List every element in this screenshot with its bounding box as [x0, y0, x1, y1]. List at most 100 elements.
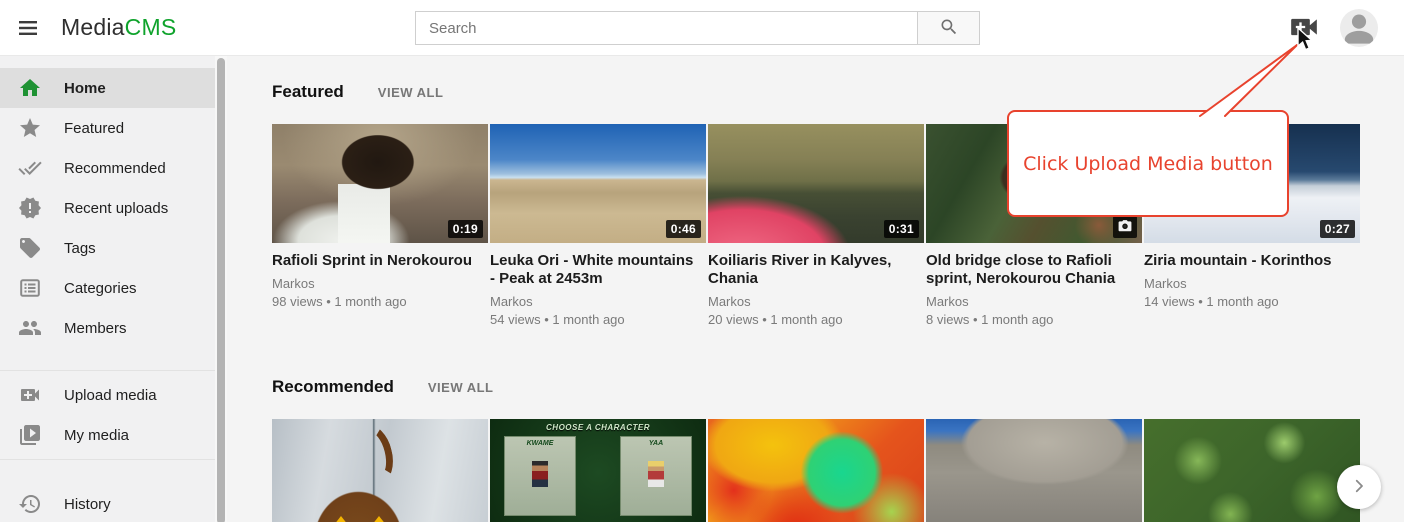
sidebar-item-label: Tags — [64, 240, 96, 257]
app-logo[interactable]: MediaCMS — [61, 14, 176, 41]
categories-icon — [18, 276, 42, 300]
sidebar-item-recent-uploads[interactable]: Recent uploads — [0, 188, 215, 228]
star-icon — [18, 116, 42, 140]
game-title-text: CHOOSE A CHARACTER — [490, 423, 706, 432]
media-author[interactable]: Markos — [926, 294, 1142, 309]
upload-media-icon — [18, 383, 42, 407]
tag-icon — [18, 236, 42, 260]
video-thumbnail[interactable]: 0:19 — [272, 124, 488, 243]
video-thumbnail[interactable]: CHOOSE A CHARACTER KWAME YAA Selected Se… — [490, 419, 706, 522]
sidebar-group-main: Home Featured Recommended Recent uploads… — [0, 56, 227, 370]
search-form — [415, 11, 980, 45]
sidebar-item-history[interactable]: History — [0, 484, 215, 522]
character-panel: KWAME — [504, 436, 576, 516]
media-card[interactable] — [926, 419, 1142, 522]
upload-media-icon — [1290, 26, 1318, 41]
scrollbar-thumb[interactable] — [217, 58, 225, 522]
person-icon — [1342, 12, 1376, 47]
sidebar-group-library: History — [0, 459, 227, 522]
media-author[interactable]: Markos — [1144, 276, 1360, 291]
user-avatar[interactable] — [1340, 9, 1378, 47]
duration-badge: 0:19 — [448, 220, 483, 238]
logo-text-accent: CMS — [125, 14, 177, 40]
media-card[interactable]: 0:19 Rafioli Sprint in Nerokourou Markos… — [272, 124, 488, 327]
sidebar-item-label: History — [64, 496, 111, 513]
media-title[interactable]: Old bridge close to Rafioli sprint, Nero… — [926, 252, 1142, 288]
sidebar-scrollbar[interactable] — [215, 56, 227, 522]
sidebar-item-upload-media[interactable]: Upload media — [0, 375, 215, 415]
carousel-next-button[interactable] — [1337, 465, 1381, 509]
section-recommended: Recommended VIEW ALL CHOOSE A CHARACTER … — [272, 377, 1404, 522]
chevron-right-icon — [1350, 477, 1368, 498]
sidebar-item-label: My media — [64, 427, 129, 444]
search-icon — [939, 17, 959, 40]
search-button[interactable] — [917, 11, 980, 45]
video-thumbnail[interactable]: 0:46 — [490, 124, 706, 243]
character-panel: YAA — [620, 436, 692, 516]
sidebar-item-label: Categories — [64, 280, 137, 297]
video-thumbnail[interactable] — [708, 419, 924, 522]
annotation-tooltip: Click Upload Media button — [1007, 110, 1289, 217]
video-thumbnail[interactable] — [926, 419, 1142, 522]
sidebar-item-members[interactable]: Members — [0, 308, 215, 348]
character-sprite — [648, 461, 664, 487]
hamburger-icon — [16, 28, 40, 43]
sidebar-group-media: Upload media My media — [0, 370, 227, 459]
media-title[interactable]: Koiliaris River in Kalyves, Chania — [708, 252, 924, 288]
character-sprite — [532, 461, 548, 487]
done-all-icon — [18, 156, 42, 180]
media-card[interactable]: 0:31 Koiliaris River in Kalyves, Chania … — [708, 124, 924, 327]
media-card[interactable] — [708, 419, 924, 522]
media-title[interactable]: Leuka Ori - White mountains - Peak at 24… — [490, 252, 706, 288]
upload-media-button[interactable] — [1289, 16, 1319, 40]
home-icon — [18, 76, 42, 100]
media-author[interactable]: Markos — [708, 294, 924, 309]
sidebar-item-label: Recent uploads — [64, 200, 168, 217]
media-author[interactable]: Markos — [272, 276, 488, 291]
media-card[interactable]: 0:46 Leuka Ori - White mountains - Peak … — [490, 124, 706, 327]
logo-text-primary: Media — [61, 14, 125, 40]
video-thumbnail[interactable]: 0:31 — [708, 124, 924, 243]
media-meta: 14 views • 1 month ago — [1144, 294, 1360, 309]
my-media-icon — [18, 423, 42, 447]
annotation-text: Click Upload Media button — [1023, 153, 1273, 175]
media-meta: 8 views • 1 month ago — [926, 312, 1142, 327]
menu-button[interactable] — [16, 16, 40, 40]
pumpkin-eye — [368, 516, 390, 522]
camera-icon — [1113, 216, 1137, 238]
recommended-row: CHOOSE A CHARACTER KWAME YAA Selected Se… — [272, 419, 1404, 522]
pumpkin-stem — [351, 422, 398, 487]
new-releases-icon — [18, 196, 42, 220]
media-title[interactable]: Ziria mountain - Korinthos — [1144, 252, 1360, 270]
view-all-link[interactable]: VIEW ALL — [428, 380, 494, 395]
sidebar-item-tags[interactable]: Tags — [0, 228, 215, 268]
duration-badge: 0:31 — [884, 220, 919, 238]
sidebar-item-home[interactable]: Home — [0, 68, 215, 108]
character-name: KWAME — [505, 440, 575, 447]
sidebar: Home Featured Recommended Recent uploads… — [0, 56, 227, 522]
view-all-link[interactable]: VIEW ALL — [378, 85, 444, 100]
media-title[interactable]: Rafioli Sprint in Nerokourou — [272, 252, 488, 270]
section-title: Featured — [272, 82, 344, 102]
sidebar-item-my-media[interactable]: My media — [0, 415, 215, 455]
media-author[interactable]: Markos — [490, 294, 706, 309]
media-card[interactable]: CHOOSE A CHARACTER KWAME YAA Selected Se… — [490, 419, 706, 522]
video-thumbnail[interactable] — [272, 419, 488, 522]
character-name: YAA — [621, 440, 691, 447]
media-meta: 98 views • 1 month ago — [272, 294, 488, 309]
pumpkin-eye — [330, 516, 352, 522]
video-thumbnail[interactable] — [1144, 419, 1360, 522]
media-card[interactable] — [1144, 419, 1360, 522]
search-input[interactable] — [415, 11, 917, 45]
sidebar-item-categories[interactable]: Categories — [0, 268, 215, 308]
sidebar-item-featured[interactable]: Featured — [0, 108, 215, 148]
sidebar-item-label: Home — [64, 80, 106, 97]
media-card[interactable] — [272, 419, 488, 522]
sidebar-item-label: Upload media — [64, 387, 157, 404]
sidebar-item-label: Recommended — [64, 160, 166, 177]
media-meta: 20 views • 1 month ago — [708, 312, 924, 327]
duration-badge: 0:27 — [1320, 220, 1355, 238]
sidebar-item-label: Members — [64, 320, 127, 337]
sidebar-item-recommended[interactable]: Recommended — [0, 148, 215, 188]
members-icon — [18, 316, 42, 340]
